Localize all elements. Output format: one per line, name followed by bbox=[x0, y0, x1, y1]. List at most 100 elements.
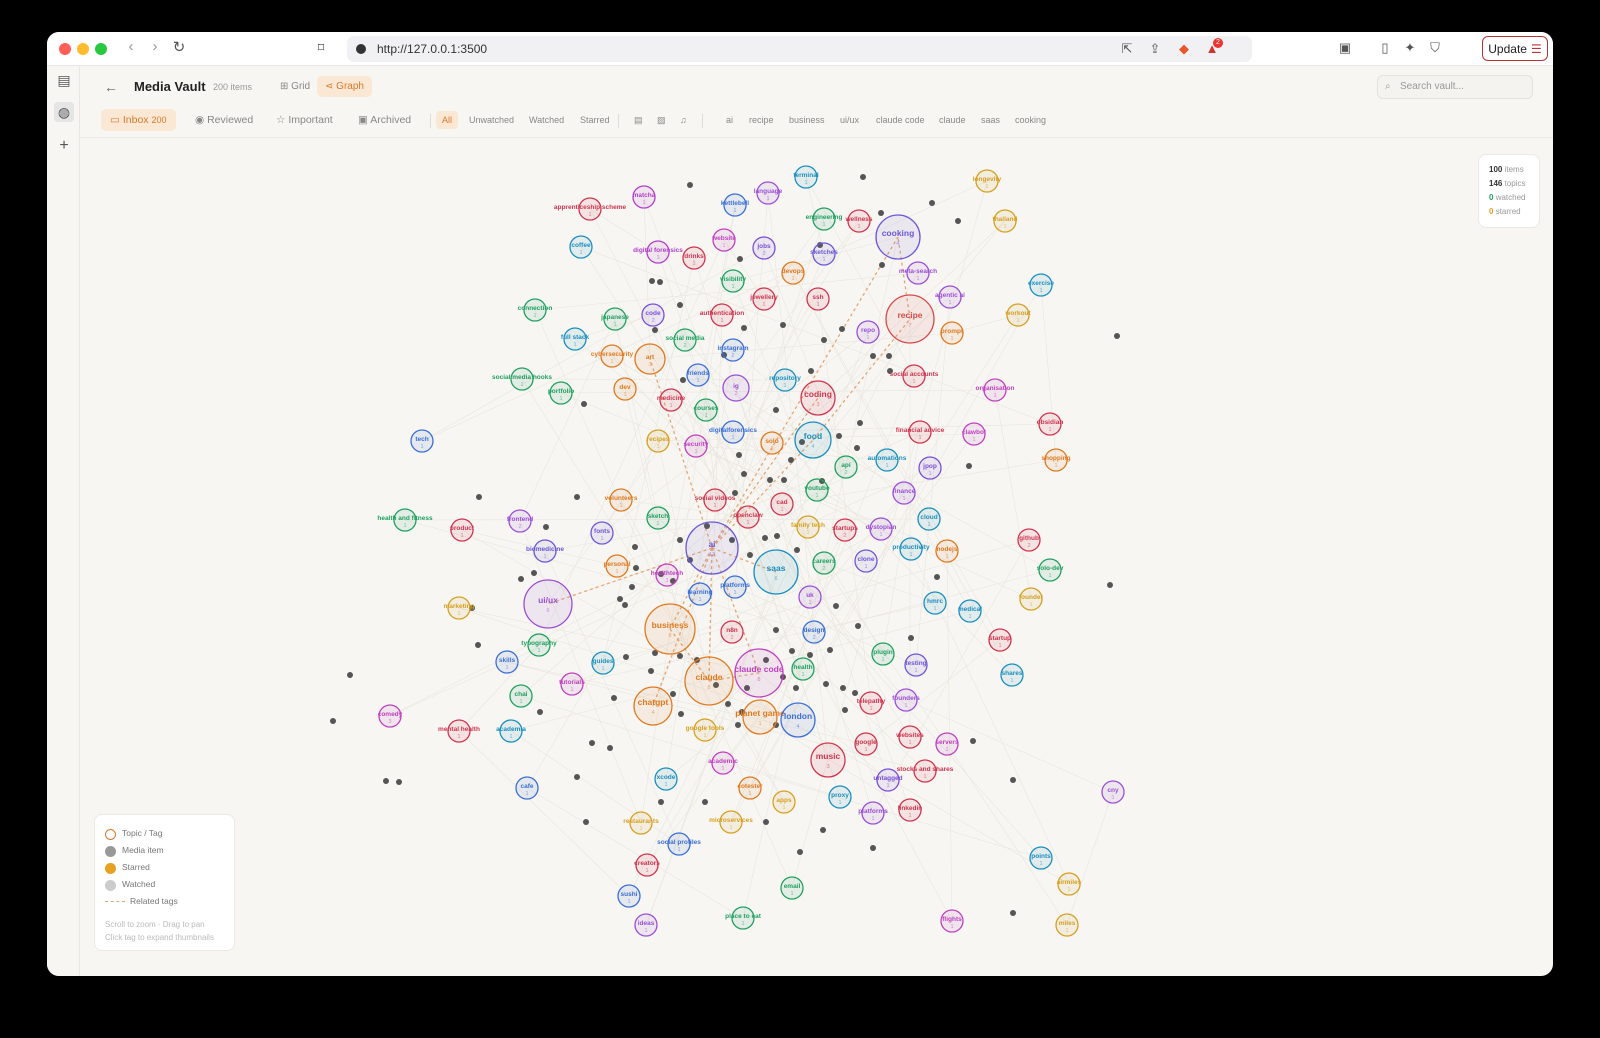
forward-nav-icon[interactable]: › bbox=[145, 38, 165, 55]
minimize-window-button[interactable] bbox=[77, 43, 89, 55]
video-filter-icon[interactable]: ▤ bbox=[628, 111, 649, 129]
topic-node[interactable]: restaurants1 bbox=[623, 811, 659, 835]
topic-node[interactable]: devops1 bbox=[781, 261, 805, 285]
topic-node[interactable]: plugin1 bbox=[871, 642, 895, 666]
search-input[interactable]: ⌕ Search vault... bbox=[1377, 75, 1533, 99]
tag-filter-recipe[interactable]: recipe bbox=[743, 111, 780, 129]
topic-node[interactable]: tech1 bbox=[410, 429, 434, 453]
topic-node[interactable]: apps1 bbox=[772, 790, 796, 814]
media-item-dot[interactable] bbox=[383, 778, 389, 784]
topic-node[interactable]: ig2 bbox=[722, 374, 750, 402]
topic-node[interactable]: wellness1 bbox=[844, 209, 873, 233]
topic-node[interactable]: email1 bbox=[780, 876, 804, 900]
topic-node[interactable]: cloud1 bbox=[917, 507, 941, 531]
media-item-dot[interactable] bbox=[747, 552, 753, 558]
topic-node[interactable]: language1 bbox=[754, 181, 783, 205]
image-filter-icon[interactable]: ▨ bbox=[651, 111, 672, 129]
topic-node[interactable]: code2 bbox=[641, 303, 665, 327]
topic-node[interactable]: miles1 bbox=[1055, 913, 1079, 937]
tag-filter-claude-code[interactable]: claude code bbox=[870, 111, 931, 129]
view-tab-graph[interactable]: ⋖ Graph bbox=[317, 76, 372, 97]
update-button[interactable]: Update ☰ bbox=[1482, 36, 1548, 61]
site-info-icon[interactable] bbox=[356, 44, 366, 54]
brave-shield-icon[interactable]: ◆ bbox=[1176, 41, 1192, 57]
topic-node[interactable]: sketches1 bbox=[810, 242, 838, 266]
topic-node[interactable]: music 3 bbox=[810, 742, 846, 778]
media-item-dot[interactable] bbox=[762, 535, 768, 541]
topic-node[interactable]: comedy3 bbox=[378, 704, 403, 728]
topic-node[interactable]: social media hooks1 bbox=[492, 367, 552, 391]
topic-node[interactable]: proxy1 bbox=[828, 785, 852, 809]
topic-node[interactable]: xcode1 bbox=[654, 767, 678, 791]
topic-node[interactable]: connection1 bbox=[518, 298, 553, 322]
media-item-dot[interactable] bbox=[347, 672, 353, 678]
topic-node[interactable]: drinks1 bbox=[682, 246, 706, 270]
topic-node[interactable]: creators1 bbox=[634, 853, 660, 877]
topic-node[interactable]: startup1 bbox=[988, 628, 1012, 652]
vpn-icon[interactable]: ⛉ bbox=[1427, 40, 1443, 56]
topic-node[interactable]: friends1 bbox=[686, 363, 710, 387]
media-item-dot[interactable] bbox=[396, 779, 402, 785]
topic-node[interactable]: coding 3 bbox=[800, 380, 836, 416]
topic-node[interactable]: api2 bbox=[834, 455, 858, 479]
media-item-dot[interactable] bbox=[725, 701, 731, 707]
media-item-dot[interactable] bbox=[581, 401, 587, 407]
media-item-dot[interactable] bbox=[589, 740, 595, 746]
tag-filter-claude[interactable]: claude bbox=[933, 111, 972, 129]
media-item-dot[interactable] bbox=[820, 827, 826, 833]
media-item-dot[interactable] bbox=[680, 377, 686, 383]
media-item-dot[interactable] bbox=[677, 302, 683, 308]
topic-node[interactable]: medical1 bbox=[958, 599, 982, 623]
topic-node[interactable]: design2 bbox=[802, 620, 826, 644]
media-item-dot[interactable] bbox=[836, 433, 842, 439]
tab-reviewed[interactable]: ◉ Reviewed bbox=[186, 109, 262, 131]
topic-node[interactable]: nodejs1 bbox=[935, 539, 959, 563]
topic-node[interactable]: mental health1 bbox=[438, 719, 480, 743]
media-item-dot[interactable] bbox=[658, 799, 664, 805]
topic-node[interactable]: workout2 bbox=[1004, 303, 1031, 327]
topic-node[interactable]: saas 6 bbox=[753, 549, 799, 595]
topic-node[interactable]: jewellery1 bbox=[749, 287, 778, 311]
topic-node[interactable]: apprenticeship scheme1 bbox=[554, 197, 627, 221]
media-item-dot[interactable] bbox=[574, 774, 580, 780]
topic-node[interactable]: thailand1 bbox=[993, 209, 1018, 233]
topic-node[interactable]: microservices1 bbox=[709, 810, 753, 834]
media-item-dot[interactable] bbox=[543, 524, 549, 530]
topic-node[interactable]: recipes1 bbox=[646, 429, 670, 453]
topic-node[interactable]: guides1 bbox=[591, 651, 615, 675]
filter-watched[interactable]: Watched bbox=[523, 111, 570, 129]
close-window-button[interactable] bbox=[59, 43, 71, 55]
media-item-dot[interactable] bbox=[649, 278, 655, 284]
media-item-dot[interactable] bbox=[574, 494, 580, 500]
topic-node[interactable]: shopping1 bbox=[1041, 448, 1071, 472]
topic-node[interactable]: typography1 bbox=[521, 633, 557, 657]
media-item-dot[interactable] bbox=[648, 668, 654, 674]
media-item-dot[interactable] bbox=[886, 353, 892, 359]
topic-node[interactable]: product1 bbox=[450, 518, 475, 542]
topic-node[interactable]: full stack1 bbox=[561, 327, 590, 351]
topic-node[interactable]: dev1 bbox=[613, 377, 637, 401]
media-item-dot[interactable] bbox=[677, 653, 683, 659]
media-item-dot[interactable] bbox=[531, 570, 537, 576]
topic-node[interactable]: business 8 bbox=[644, 603, 696, 655]
media-item-dot[interactable] bbox=[879, 262, 885, 268]
topic-node[interactable]: productivity1 bbox=[892, 537, 930, 561]
topic-node[interactable]: servers1 bbox=[935, 732, 959, 756]
topic-node[interactable]: linkedin1 bbox=[898, 798, 923, 822]
media-item-dot[interactable] bbox=[670, 691, 676, 697]
media-item-dot[interactable] bbox=[807, 652, 813, 658]
media-item-dot[interactable] bbox=[741, 325, 747, 331]
media-item-dot[interactable] bbox=[808, 368, 814, 374]
tab-archived[interactable]: ▣ Archived bbox=[349, 109, 420, 131]
topic-node[interactable]: careers2 bbox=[812, 551, 836, 575]
media-item-dot[interactable] bbox=[622, 602, 628, 608]
topic-node[interactable]: academia1 bbox=[496, 719, 526, 743]
open-external-icon[interactable]: ⇱ bbox=[1119, 41, 1135, 57]
topic-node[interactable]: claude code 8 bbox=[734, 648, 784, 698]
media-item-dot[interactable] bbox=[827, 647, 833, 653]
media-item-dot[interactable] bbox=[857, 420, 863, 426]
media-item-dot[interactable] bbox=[842, 707, 848, 713]
topic-node[interactable]: volunteers1 bbox=[605, 488, 638, 512]
media-item-dot[interactable] bbox=[788, 457, 794, 463]
topic-node[interactable]: recipe 7 bbox=[885, 294, 935, 344]
